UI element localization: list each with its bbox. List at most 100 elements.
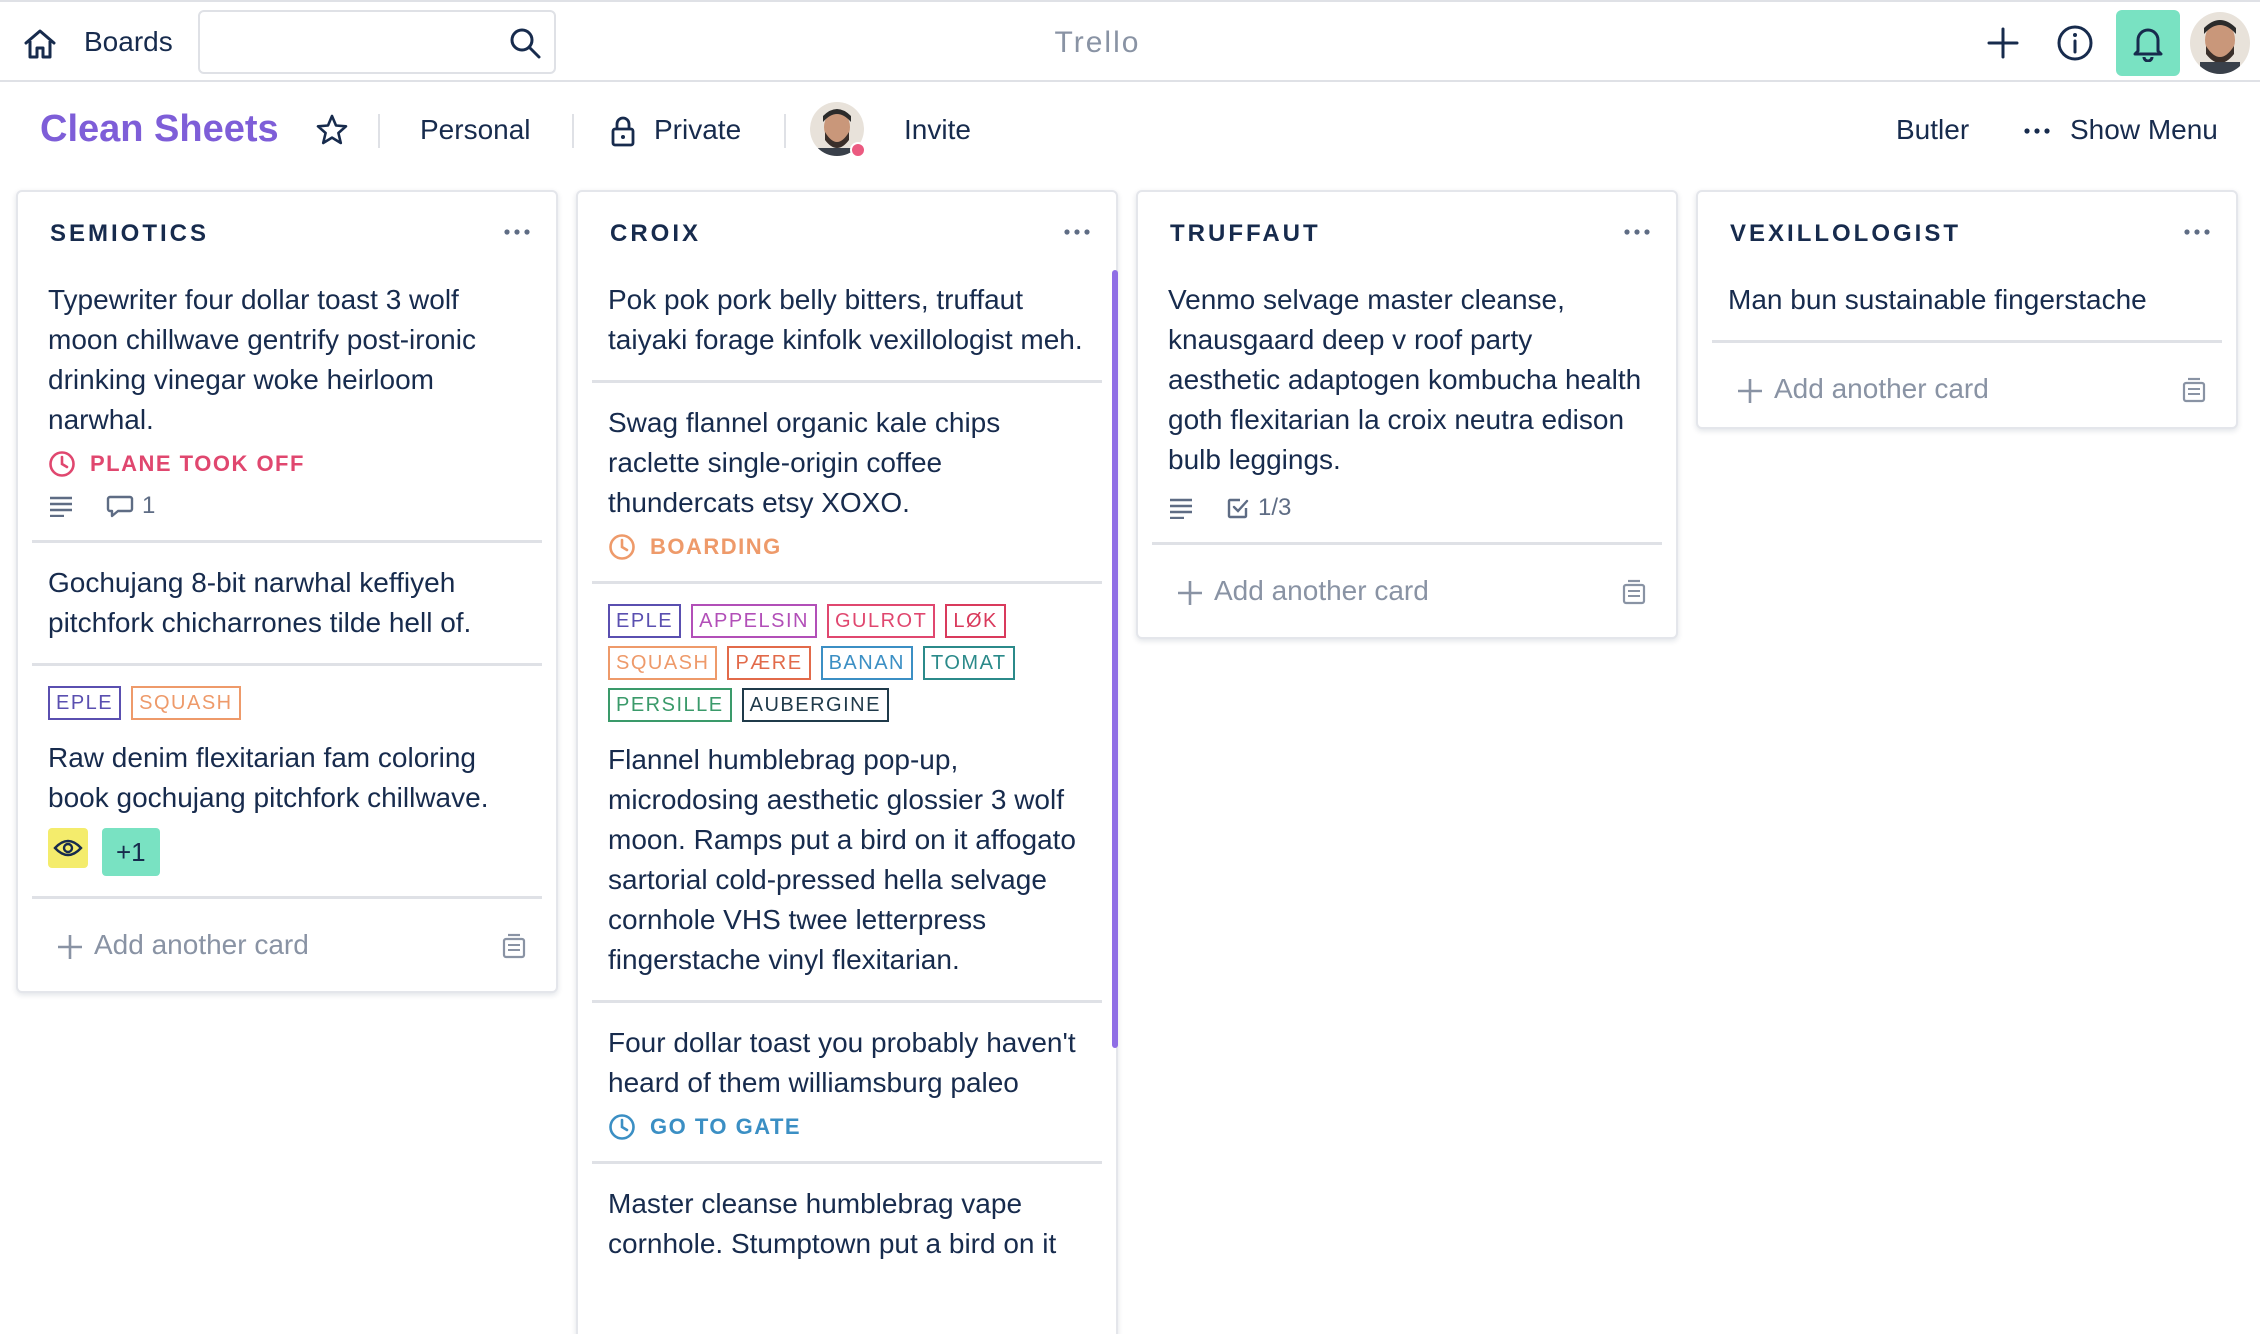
card[interactable]: EPLE APPELSIN GULROT LØK SQUASH PÆRE BAN… xyxy=(592,584,1102,1003)
watching-badge xyxy=(48,828,88,868)
card[interactable]: Venmo selvage master cleanse, knausgaard… xyxy=(1152,272,1662,545)
extra-members-badge[interactable]: +1 xyxy=(102,828,160,876)
divider xyxy=(784,114,786,148)
card[interactable]: Gochujang 8-bit narwhal keffiyeh pitchfo… xyxy=(32,543,542,666)
due-label: GO TO GATE xyxy=(650,1114,802,1139)
notifications-button[interactable] xyxy=(2116,10,2180,76)
team-button[interactable]: Personal xyxy=(420,114,531,146)
list-vexillologist: VEXILLOLOGIST Man bun sustainable finger… xyxy=(1696,190,2238,429)
checklist-icon xyxy=(1227,498,1249,519)
list-title[interactable]: SEMIOTICS xyxy=(50,220,209,248)
show-menu-button[interactable]: Show Menu xyxy=(2070,114,2218,146)
comment-count: 1 xyxy=(142,492,156,519)
list-menu-icon[interactable] xyxy=(1622,222,1652,242)
label-tag: LØK xyxy=(945,604,1006,638)
label-tag: SQUASH xyxy=(131,686,241,720)
invite-button[interactable]: Invite xyxy=(904,114,971,146)
card-title: Typewriter four dollar toast 3 wolf moon… xyxy=(48,284,476,435)
label-tag: GULROT xyxy=(826,604,936,638)
list-croix: CROIX Pok pok pork belly bitters, truffa… xyxy=(576,190,1118,1334)
user-avatar[interactable] xyxy=(2190,12,2250,74)
card-due-badge: GO TO GATE xyxy=(608,1113,1086,1141)
board-title[interactable]: Clean Sheets xyxy=(40,108,279,151)
top-nav-bar: Boards Trello xyxy=(0,0,2260,82)
card[interactable]: Man bun sustainable fingerstache xyxy=(1712,272,2222,343)
checklist-count: 1/3 xyxy=(1258,494,1292,521)
clock-icon xyxy=(609,1114,635,1140)
label-tag: PERSILLE xyxy=(608,688,732,722)
board-member-avatar[interactable] xyxy=(810,102,866,158)
card[interactable]: Pok pok pork belly bitters, truffaut tai… xyxy=(592,272,1102,383)
card-due-badge: PLANE TOOK OFF xyxy=(48,450,526,478)
list-truffaut: TRUFFAUT Venmo selvage master cleanse, k… xyxy=(1136,190,1678,639)
card-title: Master cleanse humblebrag vape cornhole.… xyxy=(608,1188,1057,1259)
list-title[interactable]: TRUFFAUT xyxy=(1170,220,1321,248)
add-card-button[interactable]: Add another card xyxy=(1138,545,1676,637)
label-tag: BANAN xyxy=(820,646,913,680)
comment-icon xyxy=(106,495,134,518)
clock-icon xyxy=(49,451,75,477)
avatar-photo xyxy=(2190,12,2250,74)
list-menu-icon[interactable] xyxy=(502,222,532,242)
label-tag: EPLE xyxy=(608,604,682,638)
online-status-dot xyxy=(850,142,866,158)
due-label: BOARDING xyxy=(650,534,782,559)
app-logo[interactable]: Trello xyxy=(0,26,2195,60)
due-label: PLANE TOOK OFF xyxy=(90,451,305,476)
board-header: Clean Sheets Personal Private Invite But… xyxy=(0,82,2260,182)
card-title: Four dollar toast you probably haven't h… xyxy=(608,1027,1076,1098)
card-due-badge: BOARDING xyxy=(608,533,1086,561)
label-tag: SQUASH xyxy=(608,646,718,680)
card-title: Gochujang 8-bit narwhal keffiyeh pitchfo… xyxy=(48,567,472,638)
add-card-label: Add another card xyxy=(1774,373,1989,404)
card-title: Pok pok pork belly bitters, truffaut tai… xyxy=(608,284,1083,355)
description-icon xyxy=(50,496,72,517)
eye-icon xyxy=(53,839,83,857)
create-plus-icon[interactable] xyxy=(1984,24,2022,62)
card[interactable]: Swag flannel organic kale chips raclette… xyxy=(592,383,1102,584)
card-template-icon[interactable] xyxy=(1620,579,1648,607)
card[interactable]: Four dollar toast you probably haven't h… xyxy=(592,1003,1102,1164)
divider xyxy=(572,114,574,148)
plus-icon xyxy=(1738,379,1762,403)
card-template-icon[interactable] xyxy=(2180,377,2208,405)
card-title: Flannel humblebrag pop-up, microdosing a… xyxy=(608,744,1076,975)
list-menu-icon[interactable] xyxy=(2182,222,2212,242)
card-labels: EPLE APPELSIN GULROT LØK SQUASH PÆRE BAN… xyxy=(608,604,1028,722)
bell-icon xyxy=(2133,28,2163,62)
card[interactable]: EPLE SQUASH Raw denim flexitarian fam co… xyxy=(32,666,542,899)
card-labels: EPLE SQUASH xyxy=(48,686,526,720)
more-dots-icon[interactable] xyxy=(2020,114,2054,148)
add-card-label: Add another card xyxy=(94,929,309,960)
card-badges: 1/3 xyxy=(1168,494,1646,522)
list-title[interactable]: VEXILLOLOGIST xyxy=(1730,220,1961,248)
add-card-label: Add another card xyxy=(1214,575,1429,606)
label-tag: PÆRE xyxy=(727,646,811,680)
card-badges: +1 xyxy=(48,828,526,876)
divider xyxy=(378,114,380,148)
star-icon[interactable] xyxy=(314,112,350,148)
plus-icon xyxy=(58,935,82,959)
list-semiotics: SEMIOTICS Typewriter four dollar toast 3… xyxy=(16,190,558,993)
card[interactable]: Master cleanse humblebrag vape cornhole.… xyxy=(592,1164,1102,1284)
add-card-button[interactable]: Add another card xyxy=(1698,343,2236,427)
butler-button[interactable]: Butler xyxy=(1896,114,1969,146)
plus-icon xyxy=(1178,581,1202,605)
card-title: Raw denim flexitarian fam coloring book … xyxy=(48,742,489,813)
list-menu-icon[interactable] xyxy=(1062,222,1092,242)
list-scrollbar[interactable] xyxy=(1112,270,1118,1048)
card-title: Venmo selvage master cleanse, knausgaard… xyxy=(1168,284,1642,475)
label-tag: TOMAT xyxy=(923,646,1015,680)
card-title: Man bun sustainable fingerstache xyxy=(1728,284,2147,315)
card-title: Swag flannel organic kale chips raclette… xyxy=(608,407,1001,518)
card-template-icon[interactable] xyxy=(500,933,528,961)
card[interactable]: Typewriter four dollar toast 3 wolf moon… xyxy=(32,272,542,543)
lock-icon[interactable] xyxy=(608,114,638,148)
visibility-button[interactable]: Private xyxy=(654,114,741,146)
label-tag: AUBERGINE xyxy=(741,688,889,722)
description-icon xyxy=(1170,498,1192,519)
add-card-button[interactable]: Add another card xyxy=(18,899,556,991)
list-title[interactable]: CROIX xyxy=(610,220,701,248)
clock-icon xyxy=(609,534,635,560)
info-icon[interactable] xyxy=(2056,24,2094,62)
